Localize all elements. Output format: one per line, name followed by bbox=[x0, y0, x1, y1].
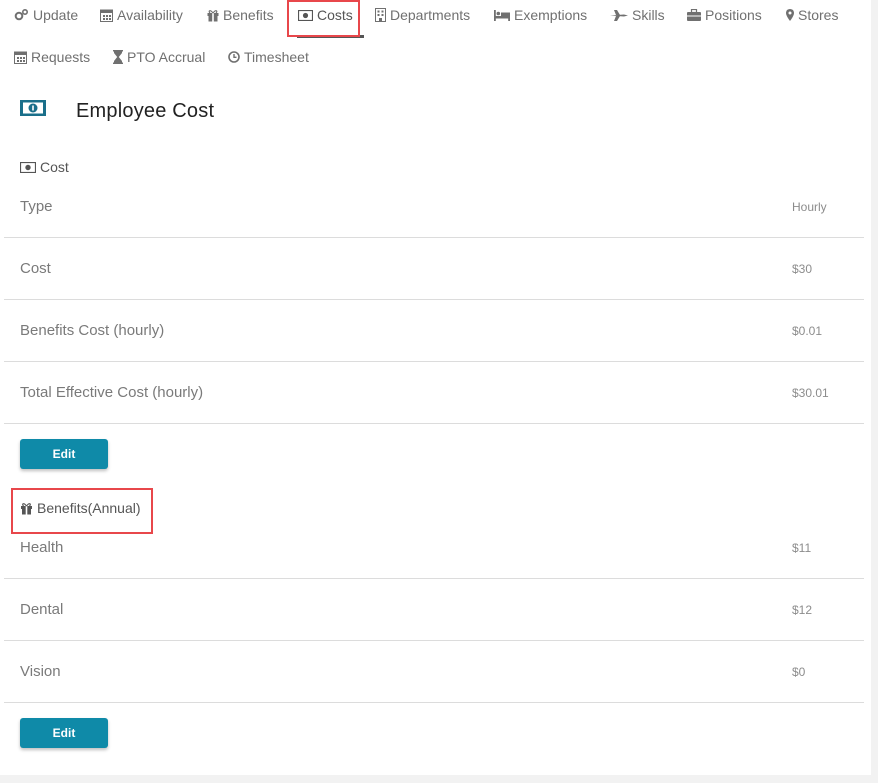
tab-label: PTO Accrual bbox=[127, 49, 206, 65]
map-marker-icon bbox=[786, 9, 794, 21]
benefit-row-health: Health $11 bbox=[4, 517, 864, 579]
cost-row-type: Type Hourly bbox=[4, 176, 864, 238]
cost-row-total-effective-cost: Total Effective Cost (hourly) $30.01 bbox=[4, 362, 864, 424]
money-icon bbox=[20, 161, 36, 173]
row-value: $0.01 bbox=[792, 324, 823, 338]
tab-benefits[interactable]: Benefits bbox=[207, 7, 274, 23]
tab-label: Timesheet bbox=[244, 49, 309, 65]
row-value: $0 bbox=[792, 665, 806, 679]
row-label: Total Effective Cost (hourly) bbox=[20, 384, 204, 401]
tab-departments[interactable]: Departments bbox=[375, 7, 470, 23]
row-label: Vision bbox=[20, 663, 61, 680]
money-icon bbox=[20, 100, 46, 116]
tab-label: Update bbox=[33, 7, 79, 23]
edit-cost-button[interactable]: Edit bbox=[20, 439, 108, 469]
tab-positions[interactable]: Positions bbox=[687, 7, 762, 23]
row-label: Dental bbox=[20, 601, 64, 618]
page: Update Availability Benefits Costs Depar… bbox=[0, 0, 871, 775]
benefits-section-heading: Benefits(Annual) bbox=[20, 500, 141, 516]
calendar-icon bbox=[100, 9, 113, 22]
bed-icon bbox=[494, 10, 510, 21]
row-value: $30.01 bbox=[792, 386, 829, 400]
briefcase-icon bbox=[687, 9, 701, 21]
row-label: Benefits Cost (hourly) bbox=[20, 322, 165, 339]
gears-icon bbox=[14, 8, 29, 21]
row-value: $11 bbox=[792, 541, 812, 555]
section-heading-text: Cost bbox=[40, 159, 69, 175]
page-title: Employee Cost bbox=[76, 100, 215, 122]
tab-label: Benefits bbox=[223, 7, 274, 23]
benefit-row-dental: Dental $12 bbox=[4, 579, 864, 641]
tab-exemptions[interactable]: Exemptions bbox=[494, 7, 587, 23]
gift-icon bbox=[21, 502, 32, 514]
tab-label: Stores bbox=[798, 7, 839, 23]
cost-row-cost: Cost $30 bbox=[4, 238, 864, 300]
calendar-icon bbox=[14, 51, 27, 64]
tab-label: Requests bbox=[31, 49, 91, 65]
title-icon-wrap bbox=[20, 100, 46, 116]
tab-availability[interactable]: Availability bbox=[100, 7, 183, 23]
tab-pto-accrual[interactable]: PTO Accrual bbox=[113, 49, 205, 65]
row-label: Cost bbox=[20, 260, 51, 277]
building-icon bbox=[375, 8, 386, 22]
benefit-row-vision: Vision $0 bbox=[4, 641, 864, 703]
tab-stores[interactable]: Stores bbox=[786, 7, 838, 23]
tab-label: Availability bbox=[117, 7, 183, 23]
highlight-box-costs-tab bbox=[287, 0, 360, 37]
plane-icon bbox=[610, 9, 628, 21]
tab-timesheet[interactable]: Timesheet bbox=[228, 49, 309, 65]
cost-section-heading: Cost bbox=[20, 159, 69, 175]
tab-label: Departments bbox=[390, 7, 471, 23]
tab-update[interactable]: Update bbox=[14, 7, 78, 23]
section-heading-text: Benefits(Annual) bbox=[37, 500, 141, 516]
tab-label: Exemptions bbox=[514, 7, 588, 23]
cost-row-benefits-cost: Benefits Cost (hourly) $0.01 bbox=[4, 300, 864, 362]
edit-benefits-button[interactable]: Edit bbox=[20, 718, 108, 748]
row-value: $12 bbox=[792, 603, 813, 617]
gift-icon bbox=[207, 9, 219, 21]
row-value: Hourly bbox=[792, 200, 827, 214]
row-label: Type bbox=[20, 198, 53, 215]
tab-skills[interactable]: Skills bbox=[610, 7, 665, 23]
tab-requests[interactable]: Requests bbox=[14, 49, 90, 65]
clock-icon bbox=[228, 51, 240, 63]
tab-label: Skills bbox=[632, 7, 665, 23]
row-value: $30 bbox=[792, 262, 813, 276]
row-label: Health bbox=[20, 539, 64, 556]
tab-label: Positions bbox=[705, 7, 762, 23]
hourglass-icon bbox=[113, 50, 123, 64]
